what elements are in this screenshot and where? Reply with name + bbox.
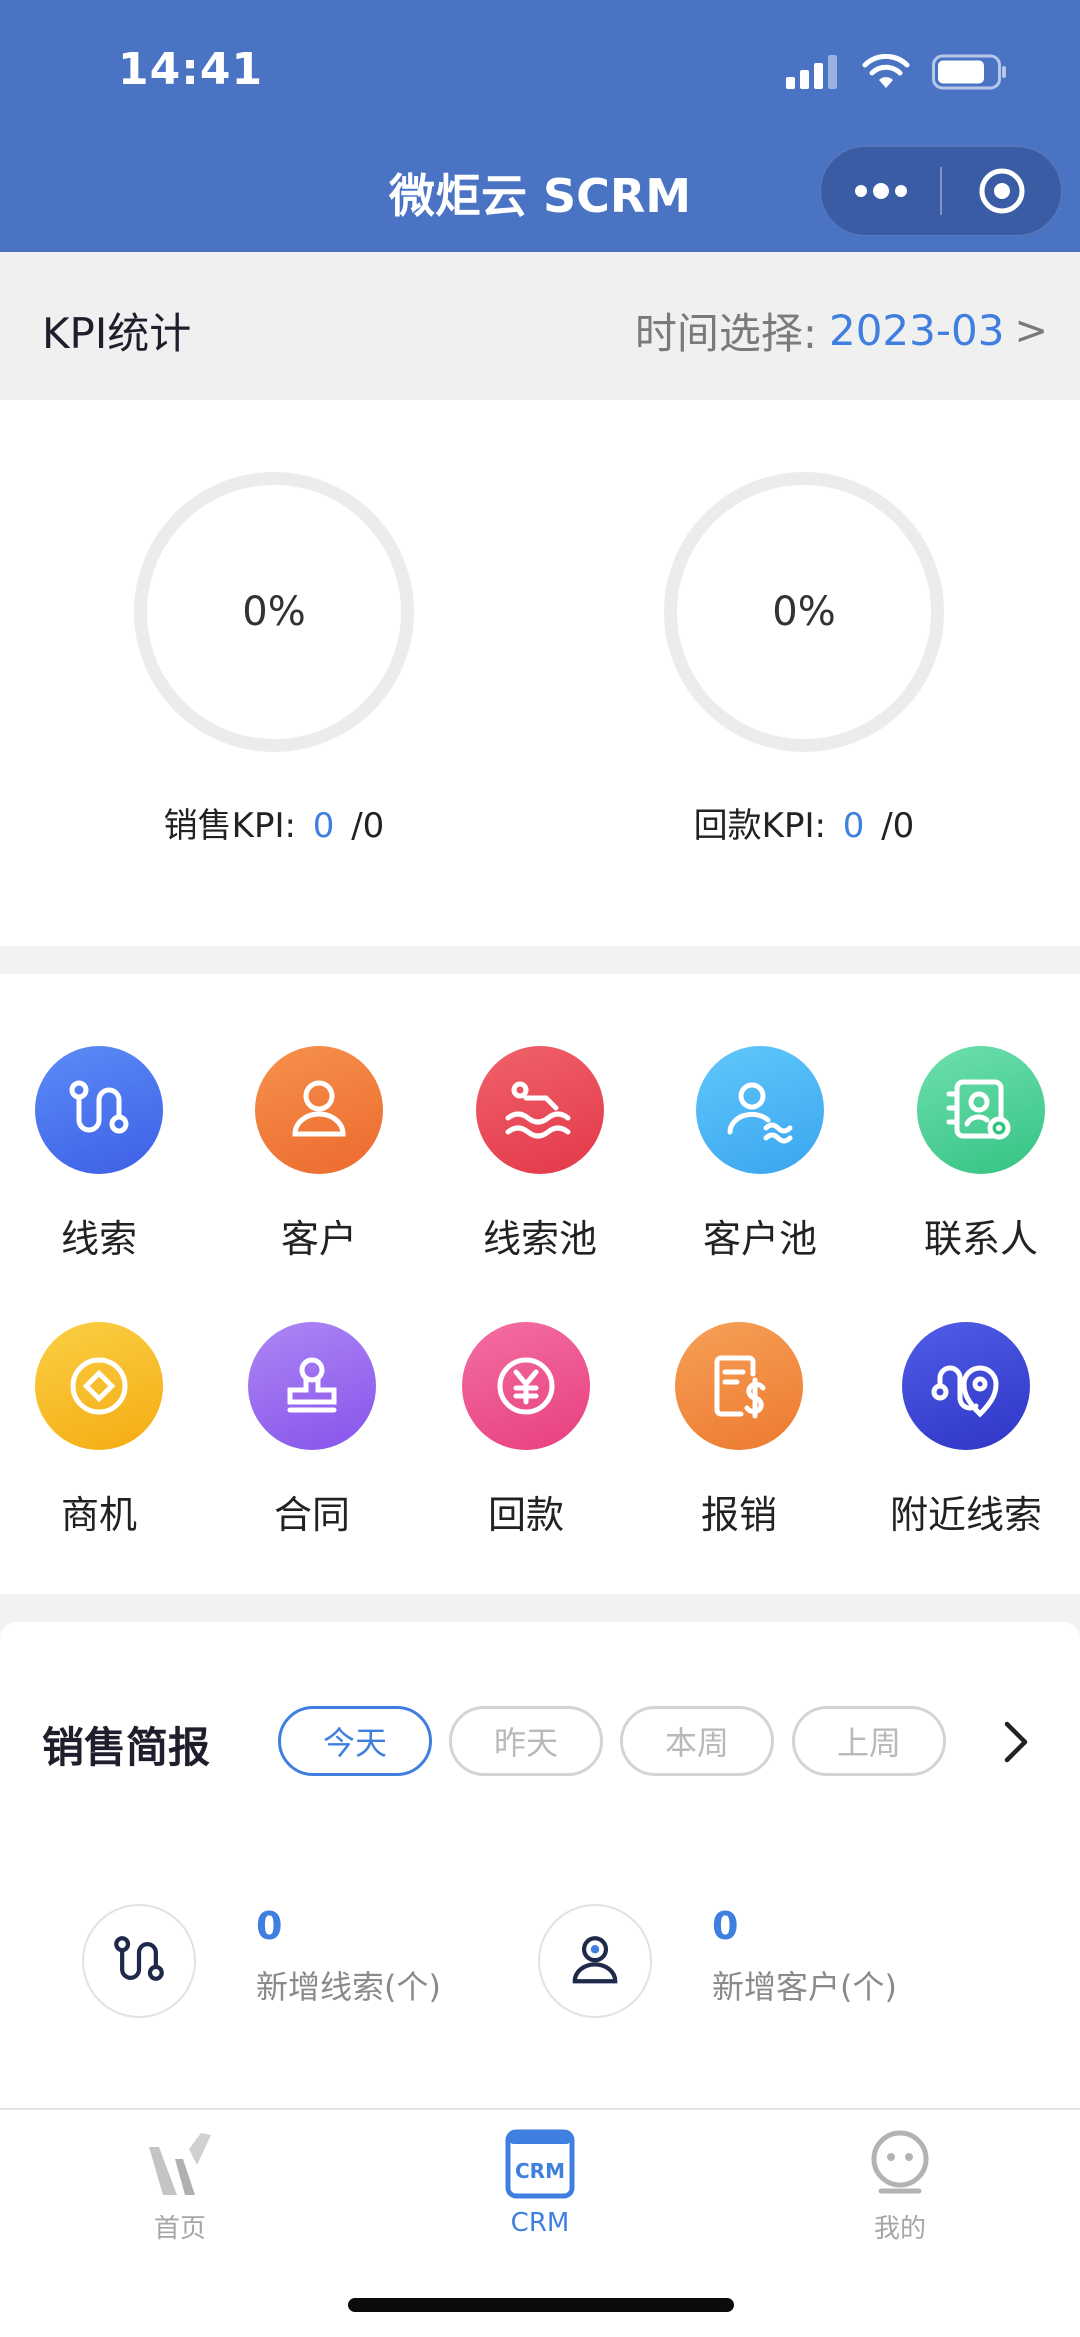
module-customer-pool[interactable]: 客户池	[670, 1046, 850, 1263]
lead-pool-label: 线索池	[482, 1217, 597, 1261]
nearby-location-icon	[902, 1322, 1030, 1450]
sales-kpi-percent: 0%	[242, 589, 306, 635]
app-header: 14:41 微炬云 SCRM	[0, 0, 1080, 252]
chip-scroll-right-button[interactable]	[996, 1714, 1036, 1770]
leads-label: 线索	[60, 1217, 137, 1261]
module-leads[interactable]: 线索	[9, 1046, 189, 1263]
tab-home-label: 首页	[153, 2214, 206, 2244]
payment-kpi-caption: 回款KPI: 0 /0	[604, 798, 1004, 847]
module-contracts[interactable]: 合同	[222, 1322, 402, 1539]
new-leads-label: 新增线索(个)	[256, 1968, 441, 2006]
home-indicator[interactable]	[348, 2298, 734, 2312]
contract-stamp-icon	[248, 1322, 376, 1450]
customer-pool-icon	[696, 1046, 824, 1174]
wifi-icon	[862, 54, 910, 88]
sales-kpi-ring: 0%	[134, 472, 414, 752]
sales-kpi-label: 销售KPI:	[163, 806, 296, 846]
module-grid: 线索 客户 线索池 客户池 联系人 商机 合同 回款 报销 附近线索	[0, 974, 1080, 1594]
payment-kpi-ring: 0%	[664, 472, 944, 752]
new-customers-icon	[538, 1904, 652, 2018]
tab-me-label: 我的	[873, 2214, 926, 2244]
nearby-leads-label: 附近线索	[889, 1493, 1042, 1537]
new-customers-label: 新增客户(个)	[712, 1968, 897, 2006]
kpi-panel: 0% 销售KPI: 0 /0 0% 回款KPI: 0 /0	[0, 400, 1080, 946]
payment-kpi-target: /0	[881, 806, 915, 846]
miniprogram-capsule	[820, 146, 1062, 236]
module-customers[interactable]: 客户	[229, 1046, 409, 1263]
home-logo-icon	[80, 2124, 280, 2204]
tab-me[interactable]: 我的	[800, 2124, 1000, 2245]
sales-kpi-caption: 销售KPI: 0 /0	[74, 798, 474, 847]
sales-kpi-done: 0	[312, 806, 335, 846]
contacts-icon	[917, 1046, 1045, 1174]
yuan-coin-icon	[462, 1322, 590, 1450]
customer-icon	[255, 1046, 383, 1174]
kpi-header: KPI统计 时间选择: 2023-03 >	[0, 252, 1080, 400]
svg-text:CRM: CRM	[515, 2159, 565, 2183]
payments-label: 回款	[487, 1493, 564, 1537]
leads-icon	[35, 1046, 163, 1174]
more-dots-icon	[854, 183, 907, 199]
contacts-label: 联系人	[923, 1217, 1038, 1261]
module-expenses[interactable]: 报销	[649, 1322, 829, 1539]
module-lead-pool[interactable]: 线索池	[450, 1046, 630, 1263]
time-selector-label: 时间选择:	[634, 309, 817, 358]
chevron-right-icon	[1004, 1721, 1028, 1763]
lead-pool-icon	[476, 1046, 604, 1174]
sales-kpi-target: /0	[351, 806, 385, 846]
sales-report-panel: 销售简报 今天 昨天 本周 上周 0 新增线索(个) 0 新增客户(个)	[0, 1622, 1080, 2108]
chip-last-week[interactable]: 上周	[792, 1706, 946, 1776]
opportunity-icon	[35, 1322, 163, 1450]
chip-today[interactable]: 今天	[278, 1706, 432, 1776]
profile-face-icon	[800, 2124, 1000, 2204]
payment-kpi-label: 回款KPI:	[693, 806, 826, 846]
module-contacts[interactable]: 联系人	[891, 1046, 1071, 1263]
more-button[interactable]	[821, 146, 940, 236]
tab-crm-label: CRM	[510, 2208, 570, 2238]
new-customers-count: 0	[712, 1904, 739, 1948]
module-nearby-leads[interactable]: 附近线索	[876, 1322, 1056, 1539]
status-icons	[786, 52, 1008, 92]
tab-home[interactable]: 首页	[80, 2124, 280, 2245]
battery-icon	[932, 54, 1006, 90]
customer-pool-label: 客户池	[702, 1217, 817, 1261]
contracts-label: 合同	[273, 1493, 350, 1537]
chip-this-week[interactable]: 本周	[620, 1706, 774, 1776]
new-leads-count: 0	[256, 1904, 283, 1948]
payment-kpi-done: 0	[842, 806, 865, 846]
target-close-icon	[979, 168, 1024, 214]
close-miniprogram-button[interactable]	[942, 146, 1061, 236]
module-payments[interactable]: 回款	[436, 1322, 616, 1539]
crm-icon: CRM	[440, 2124, 640, 2204]
expenses-label: 报销	[700, 1493, 777, 1537]
new-leads-icon	[82, 1904, 196, 2018]
module-opportunities[interactable]: 商机	[9, 1322, 189, 1539]
cellular-signal-icon	[786, 55, 837, 89]
chip-yesterday[interactable]: 昨天	[449, 1706, 603, 1776]
chevron-right-icon: >	[1014, 307, 1048, 354]
status-time: 14:41	[118, 44, 264, 95]
time-selector-value: 2023-03	[828, 306, 1005, 355]
sales-report-title: 销售简报	[42, 1723, 211, 1772]
time-selector[interactable]: 时间选择: 2023-03 >	[635, 300, 1048, 361]
tab-crm[interactable]: CRM CRM	[440, 2124, 640, 2238]
customers-label: 客户	[280, 1217, 357, 1261]
kpi-title: KPI统计	[42, 309, 192, 358]
expense-receipt-icon	[675, 1322, 803, 1450]
payment-kpi-percent: 0%	[772, 589, 836, 635]
opportunities-label: 商机	[60, 1493, 137, 1537]
